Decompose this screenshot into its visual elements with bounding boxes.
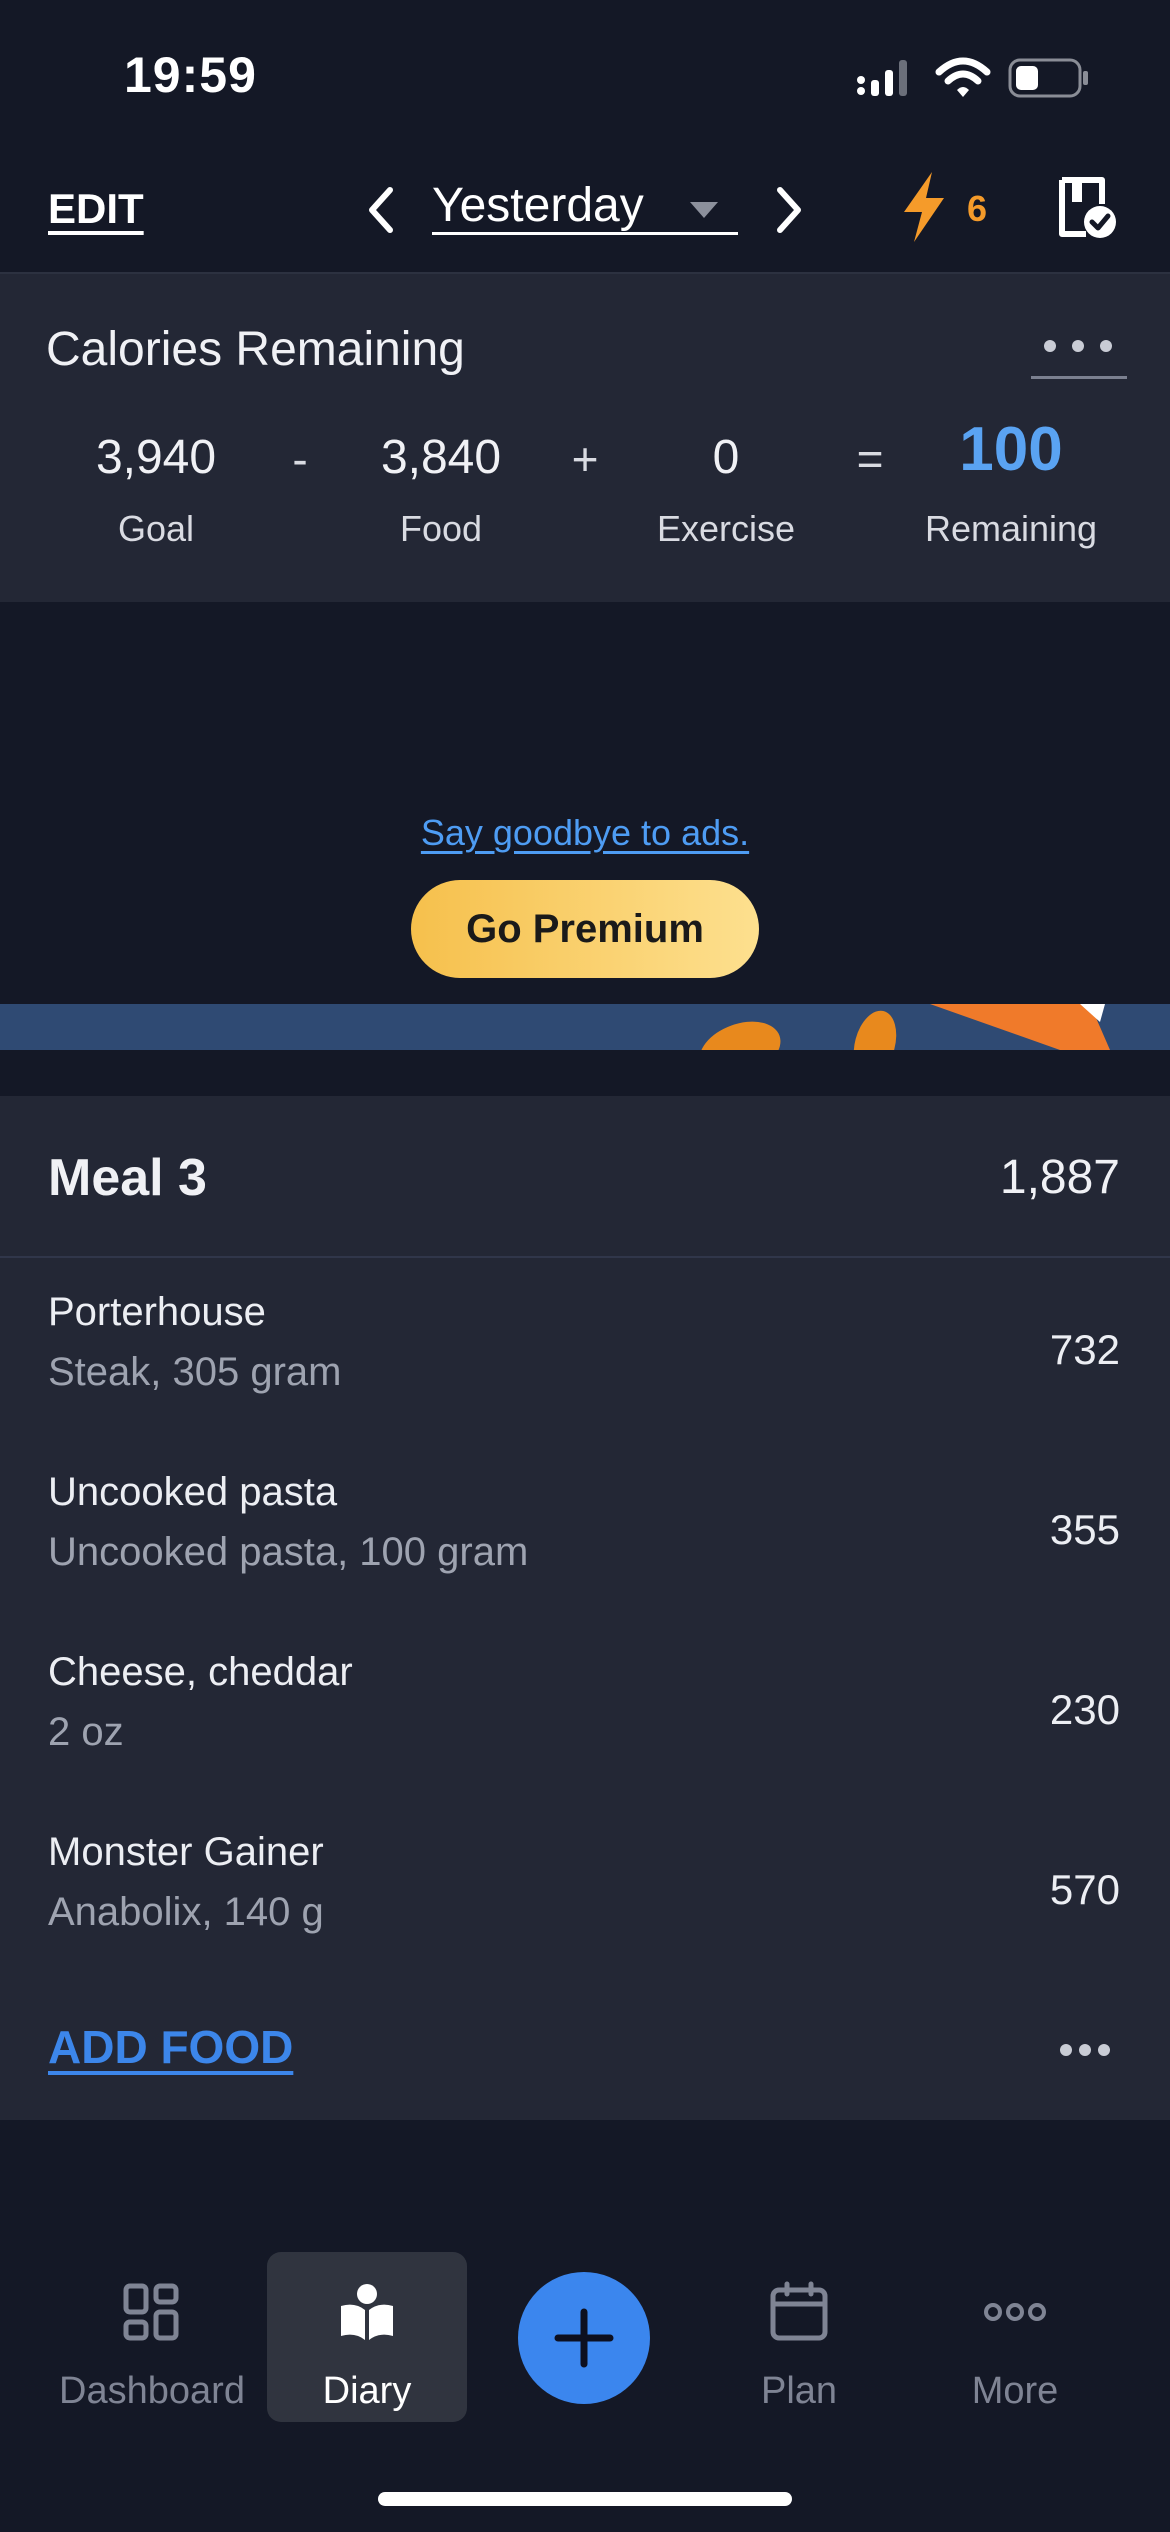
food-name[interactable]: Monster Gainer — [48, 1830, 324, 1875]
exercise-value: 0 — [712, 431, 740, 484]
food-description[interactable]: Steak, 305 gram — [48, 1350, 342, 1395]
more-icon — [984, 2303, 1046, 2321]
plus-icon — [554, 2308, 614, 2368]
goal-value: 3,940 — [95, 431, 217, 484]
food-description[interactable]: Anabolix, 140 g — [48, 1890, 324, 1935]
nav-label: Plan — [760, 2370, 838, 2412]
chevron-right-icon[interactable] — [766, 180, 810, 240]
date-label: Yesterday — [432, 179, 644, 232]
nav-label: More — [971, 2370, 1059, 2412]
diary-icon — [341, 2284, 393, 2340]
date-underline — [432, 232, 738, 235]
nav-label: Diary — [322, 2370, 412, 2412]
dropdown-caret-icon — [690, 202, 718, 218]
exercise-label: Exercise — [656, 508, 796, 549]
plus-operator: + — [571, 433, 599, 485]
equals-operator: = — [856, 433, 884, 485]
food-label: Food — [399, 508, 483, 549]
streak-count[interactable]: 6 — [967, 188, 987, 230]
ad-artwork-icon — [699, 1004, 1110, 1050]
wifi-icon — [935, 57, 991, 97]
calories-options-icon[interactable] — [1030, 330, 1126, 380]
ad-image-strip[interactable] — [0, 1004, 1170, 1050]
status-time: 19:59 — [124, 47, 257, 103]
food-name[interactable]: Cheese, cheddar — [48, 1650, 353, 1695]
nav-label: Dashboard — [59, 2370, 245, 2412]
cellular-signal-icon — [857, 60, 907, 96]
go-premium-button[interactable]: Go Premium — [411, 880, 759, 978]
remaining-label: Remaining — [924, 508, 1098, 549]
food-calories[interactable]: 570 — [1050, 1866, 1120, 1914]
goal-label: Goal — [117, 508, 195, 549]
meal-total-calories: 1,887 — [999, 1151, 1120, 1204]
food-description[interactable]: Uncooked pasta, 100 gram — [48, 1530, 528, 1575]
nav-dashboard[interactable]: Dashboard — [52, 2252, 252, 2422]
food-calories[interactable]: 732 — [1050, 1326, 1120, 1374]
date-selector[interactable]: Yesterday — [432, 178, 738, 240]
battery-icon — [1008, 58, 1088, 98]
calendar-icon — [770, 2281, 828, 2341]
remaining-value: 100 — [959, 415, 1063, 484]
meal-options-icon[interactable] — [1058, 2040, 1112, 2060]
food-description[interactable]: 2 oz — [48, 1710, 124, 1755]
lightning-bolt-icon[interactable] — [898, 170, 950, 244]
remove-ads-link[interactable]: Say goodbye to ads. — [0, 812, 1170, 854]
log-complete-icon[interactable] — [1056, 174, 1118, 240]
food-name[interactable]: Porterhouse — [48, 1290, 266, 1335]
minus-operator: - — [292, 433, 308, 485]
nav-diary[interactable]: Diary — [267, 2252, 467, 2422]
food-calories[interactable]: 355 — [1050, 1506, 1120, 1554]
meal-title[interactable]: Meal 3 — [48, 1148, 207, 1208]
options-underline — [1031, 376, 1127, 379]
edit-button[interactable]: EDIT — [48, 185, 144, 233]
meal-divider — [0, 1256, 1170, 1258]
home-indicator — [378, 2492, 792, 2506]
food-name[interactable]: Uncooked pasta — [48, 1470, 337, 1515]
add-entry-button[interactable] — [518, 2272, 650, 2404]
nav-more[interactable]: More — [915, 2252, 1115, 2422]
nav-plan[interactable]: Plan — [699, 2252, 899, 2422]
food-value: 3,840 — [380, 431, 502, 484]
dashboard-icon — [123, 2283, 179, 2341]
meal-card — [0, 1096, 1170, 2120]
food-calories[interactable]: 230 — [1050, 1686, 1120, 1734]
calories-title: Calories Remaining — [46, 323, 465, 376]
chevron-left-icon[interactable] — [360, 180, 404, 240]
add-food-button[interactable]: ADD FOOD — [48, 2020, 293, 2074]
